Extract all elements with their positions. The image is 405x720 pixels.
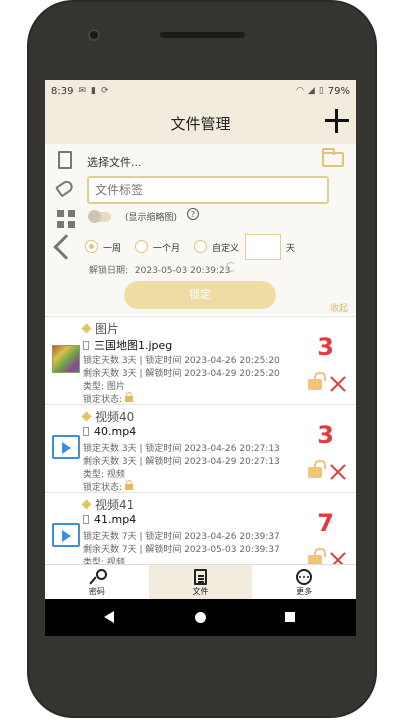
delete-icon[interactable] bbox=[329, 463, 347, 481]
screen: 8:39 ✉ ▮ ⟳ ◠ ◢ ▯ 79% 文件管理 选择文件... (显示缩略图… bbox=[45, 80, 356, 636]
unlock-date-line: 解锁日期: 2023-05-03 20:39:23 bbox=[89, 263, 231, 276]
item-remaining-info: 剩余天数 3天 | 解锁时间 2023-04-29 20:25:20 bbox=[83, 369, 280, 379]
file-select-label[interactable]: 选择文件... bbox=[87, 154, 142, 170]
recents-icon[interactable] bbox=[285, 612, 295, 622]
status-time: 8:39 bbox=[51, 85, 74, 97]
document-icon bbox=[194, 569, 207, 585]
item-type: 类型: 视频 bbox=[83, 558, 125, 564]
item-remaining-info: 剩余天数 7天 | 解锁时间 2023-05-03 20:39:37 bbox=[83, 545, 280, 555]
lock-button[interactable]: 锁定 bbox=[124, 281, 276, 309]
thumbnail-toggle[interactable] bbox=[88, 210, 111, 223]
tag-input[interactable] bbox=[87, 176, 329, 204]
pin-icon bbox=[53, 234, 79, 260]
file-icon bbox=[83, 341, 89, 350]
sync-icon: ⟳ bbox=[100, 86, 109, 96]
tag-icon bbox=[55, 178, 75, 198]
app-bar: 文件管理 bbox=[45, 102, 356, 144]
period-week-label: 一周 bbox=[103, 244, 122, 254]
lock-icon bbox=[125, 392, 134, 402]
days-remaining: 7 bbox=[317, 509, 334, 537]
item-type: 类型: 视频 bbox=[83, 470, 125, 480]
item-name: 41.mp4 bbox=[83, 513, 136, 526]
key-icon bbox=[89, 569, 107, 585]
item-lock-info: 锁定天数 3天 | 锁定时间 2023-04-26 20:27:13 bbox=[83, 444, 280, 454]
period-month-label: 一个月 bbox=[153, 244, 181, 254]
item-tag: 视频40 bbox=[83, 408, 134, 425]
nav-item-password[interactable]: 密码 bbox=[45, 565, 149, 599]
nav-item-more[interactable]: 更多 bbox=[252, 565, 356, 599]
custom-days-input[interactable] bbox=[245, 234, 281, 260]
item-tag: 视频41 bbox=[83, 496, 134, 513]
home-icon[interactable] bbox=[195, 612, 206, 623]
nav-label: 更多 bbox=[296, 587, 313, 596]
nav-item-files[interactable]: 文件 bbox=[148, 565, 253, 599]
item-name: 40.mp4 bbox=[83, 425, 136, 438]
period-custom-radio[interactable] bbox=[194, 240, 207, 253]
thumbnail-label: (显示缩略图) bbox=[125, 213, 178, 223]
nav-label: 文件 bbox=[192, 587, 209, 596]
delete-icon[interactable] bbox=[329, 375, 347, 393]
period-week-radio[interactable] bbox=[85, 240, 98, 253]
days-remaining: 3 bbox=[317, 333, 334, 361]
status-bar: 8:39 ✉ ▮ ⟳ ◠ ◢ ▯ 79% bbox=[45, 80, 356, 102]
add-icon[interactable] bbox=[324, 108, 350, 134]
battery-percent: 79% bbox=[327, 85, 350, 97]
camera-icon bbox=[88, 29, 100, 41]
file-icon bbox=[83, 427, 89, 436]
battery-icon: ▯ bbox=[318, 86, 324, 96]
unlock-date-value: 2023-05-03 20:39:23 bbox=[134, 266, 231, 276]
unlock-icon[interactable] bbox=[308, 460, 326, 478]
list-item[interactable]: 视频41 41.mp4 锁定天数 7天 | 锁定时间 2023-04-26 20… bbox=[45, 492, 356, 564]
video-thumbnail-icon bbox=[52, 523, 80, 547]
page-title: 文件管理 bbox=[170, 114, 231, 133]
lock-icon bbox=[125, 480, 134, 490]
document-icon bbox=[58, 151, 72, 169]
unlock-icon[interactable] bbox=[308, 372, 326, 390]
sd-card-icon: ▮ bbox=[91, 86, 96, 96]
collapse-link[interactable]: 收起 bbox=[330, 301, 348, 314]
delete-icon[interactable] bbox=[329, 551, 347, 564]
item-lock-info: 锁定天数 7天 | 锁定时间 2023-04-26 20:39:37 bbox=[83, 532, 280, 542]
lock-form: 选择文件... (显示缩略图) ? 一周 一个月 自定义 天 解锁日期: 202… bbox=[45, 144, 356, 314]
file-list: 图片 三国地图1.jpeg 锁定天数 3天 | 锁定时间 2023-04-26 … bbox=[45, 316, 356, 564]
period-month-radio[interactable] bbox=[135, 240, 148, 253]
image-thumbnail bbox=[52, 345, 80, 373]
item-lock-info: 锁定天数 3天 | 锁定时间 2023-04-26 20:25:20 bbox=[83, 356, 280, 366]
wifi-icon: ◠ bbox=[296, 86, 304, 96]
list-item[interactable]: 图片 三国地图1.jpeg 锁定天数 3天 | 锁定时间 2023-04-26 … bbox=[45, 316, 356, 406]
list-item[interactable]: 视频40 40.mp4 锁定天数 3天 | 锁定时间 2023-04-26 20… bbox=[45, 404, 356, 494]
period-custom-label: 自定义 bbox=[212, 244, 240, 254]
unlock-date-label: 解锁日期: bbox=[89, 266, 129, 276]
bottom-nav: 密码 文件 更多 bbox=[45, 564, 356, 599]
unlock-icon[interactable] bbox=[308, 548, 326, 564]
item-type: 类型: 图片 bbox=[83, 382, 125, 392]
grid-icon bbox=[57, 210, 75, 228]
back-icon[interactable] bbox=[104, 611, 114, 623]
item-name: 三国地图1.jpeg bbox=[83, 337, 172, 353]
help-icon[interactable]: ? bbox=[187, 208, 199, 220]
folder-icon[interactable] bbox=[322, 148, 344, 167]
notification-icon: ✉ bbox=[78, 86, 87, 96]
speaker-grille bbox=[160, 32, 245, 38]
day-unit-label: 天 bbox=[286, 244, 296, 254]
item-tag: 图片 bbox=[83, 320, 119, 337]
file-icon bbox=[83, 515, 89, 524]
refresh-icon[interactable] bbox=[226, 262, 236, 272]
item-remaining-info: 剩余天数 3天 | 解锁时间 2023-04-29 20:27:13 bbox=[83, 457, 280, 467]
nav-label: 密码 bbox=[88, 587, 105, 596]
system-nav-bar bbox=[45, 599, 356, 636]
days-remaining: 3 bbox=[317, 421, 334, 449]
signal-icon: ◢ bbox=[307, 86, 315, 96]
video-thumbnail-icon bbox=[52, 435, 80, 459]
more-icon bbox=[296, 569, 313, 585]
